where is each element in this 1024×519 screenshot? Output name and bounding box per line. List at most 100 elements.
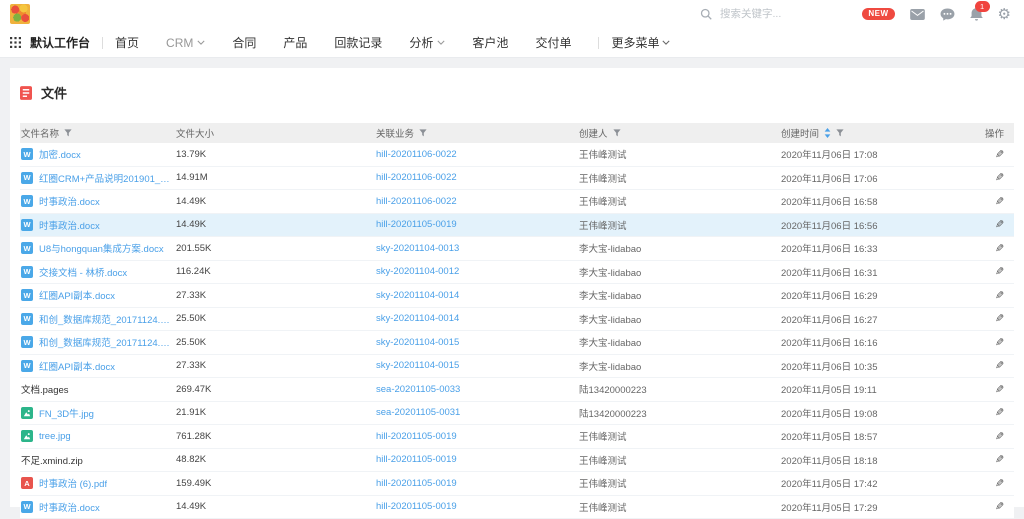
filter-funnel-icon[interactable] [836, 129, 844, 137]
table-row[interactable]: W时事政治.docx14.49Khill-20201105-0019王伟峰测试2… [20, 214, 1014, 238]
table-row[interactable]: W交接文档 - 林桥.docx116.24Ksky-20201104-0012李… [20, 261, 1014, 285]
table-row[interactable]: 文档.pages269.47Ksea-20201105-0033陆1342000… [20, 378, 1014, 402]
related-business-link[interactable]: sea-20201105-0033 [376, 384, 460, 395]
table-row[interactable]: tree.jpg761.28Khill-20201105-0019王伟峰测试20… [20, 425, 1014, 449]
related-business-link[interactable]: hill-20201106-0022 [376, 196, 457, 207]
table-row[interactable]: W和创_数据库规范_20171124.doc25.50Ksky-20201104… [20, 331, 1014, 355]
chat-icon[interactable] [940, 8, 955, 21]
filter-funnel-icon[interactable] [613, 129, 621, 137]
table-row[interactable]: WU8与hongquan集成方案.docx201.55Ksky-20201104… [20, 237, 1014, 261]
more-menu-label: 更多菜单 [611, 34, 659, 51]
file-name-link[interactable]: 交接文档 - 林桥.docx [39, 265, 127, 279]
related-business-link[interactable]: hill-20201105-0019 [376, 219, 457, 230]
edit-pencil-button[interactable]: ✎ [995, 336, 1004, 349]
app-logo[interactable] [10, 4, 30, 24]
more-menu-button[interactable]: 更多菜单 [611, 34, 670, 51]
edit-pencil-button[interactable]: ✎ [995, 218, 1004, 231]
related-business-link[interactable]: hill-20201106-0022 [376, 172, 457, 183]
file-name-link[interactable]: 红圈API副本.docx [39, 359, 115, 373]
workspace-title[interactable]: 默认工作台 [30, 34, 90, 51]
edit-pencil-button[interactable]: ✎ [995, 242, 1004, 255]
search-input[interactable] [718, 7, 822, 21]
global-search[interactable] [700, 0, 822, 28]
table-row[interactable]: W红圈API副本.docx27.33Ksky-20201104-0014李大宝-… [20, 284, 1014, 308]
settings-gear-icon[interactable]: ⚙ [998, 7, 1011, 22]
edit-pencil-button[interactable]: ✎ [995, 359, 1004, 372]
nav-item-payment-records[interactable]: 回款记录 [334, 34, 382, 51]
column-header-4[interactable]: 创建时间 [780, 126, 980, 140]
nav-item-label: 回款记录 [334, 34, 382, 51]
column-header-0[interactable]: 文件名称 [20, 126, 175, 140]
file-name-link[interactable]: 红圈CRM+产品说明201901_前端... [39, 171, 173, 185]
table-row[interactable]: W时事政治.docx14.49Khill-20201105-0019王伟峰测试2… [20, 496, 1014, 519]
related-business-link[interactable]: sky-20201104-0014 [376, 313, 459, 324]
table-row[interactable]: A时事政治 (6).pdf159.49Khill-20201105-0019王伟… [20, 472, 1014, 496]
related-business-link[interactable]: sea-20201105-0031 [376, 407, 460, 418]
created-time: 2020年11月06日 16:31 [780, 265, 980, 279]
file-size: 27.33K [175, 360, 375, 371]
related-business-link[interactable]: sky-20201104-0014 [376, 290, 459, 301]
column-header-2[interactable]: 关联业务 [375, 126, 578, 140]
file-name-link[interactable]: 时事政治.docx [39, 194, 100, 208]
notifications-bell-icon[interactable]: 1 [970, 7, 983, 21]
related-business-link[interactable]: hill-20201106-0022 [376, 149, 457, 160]
edit-pencil-button[interactable]: ✎ [995, 430, 1004, 443]
related-business-link[interactable]: hill-20201105-0019 [376, 454, 457, 465]
edit-pencil-button[interactable]: ✎ [995, 312, 1004, 325]
edit-pencil-button[interactable]: ✎ [995, 406, 1004, 419]
word-file-icon: W [21, 219, 33, 231]
creator: 王伟峰测试 [578, 147, 780, 161]
table-row[interactable]: FN_3D牛.jpg21.91Ksea-20201105-0031陆134200… [20, 402, 1014, 426]
mail-icon[interactable] [910, 9, 925, 20]
column-header-label: 关联业务 [376, 126, 414, 140]
nav-item-label: CRM [166, 36, 193, 50]
nav-item-home[interactable]: 首页 [115, 34, 139, 51]
nav-item-analysis[interactable]: 分析 [409, 34, 445, 51]
file-name-link[interactable]: 和创_数据库规范_20171124.doc [39, 312, 173, 326]
edit-pencil-button[interactable]: ✎ [995, 265, 1004, 278]
file-name-link[interactable]: U8与hongquan集成方案.docx [39, 241, 164, 255]
table-row[interactable]: W加密.docx13.79Khill-20201106-0022王伟峰测试202… [20, 143, 1014, 167]
creator: 李大宝-lidabao [578, 265, 780, 279]
file-name-link[interactable]: tree.jpg [39, 431, 71, 442]
edit-pencil-button[interactable]: ✎ [995, 195, 1004, 208]
file-name-link[interactable]: 时事政治 (6).pdf [39, 476, 107, 490]
creator: 李大宝-lidabao [578, 288, 780, 302]
edit-pencil-button[interactable]: ✎ [995, 383, 1004, 396]
file-name-link[interactable]: FN_3D牛.jpg [39, 406, 94, 420]
filter-funnel-icon[interactable] [419, 129, 427, 137]
nav-item-delivery-order[interactable]: 交付单 [535, 34, 571, 51]
table-row[interactable]: W红圈CRM+产品说明201901_前端...14.91Mhill-202011… [20, 167, 1014, 191]
file-name-link[interactable]: 加密.docx [39, 147, 81, 161]
edit-pencil-button[interactable]: ✎ [995, 477, 1004, 490]
edit-pencil-button[interactable]: ✎ [995, 453, 1004, 466]
filter-funnel-icon[interactable] [64, 129, 72, 137]
new-badge[interactable]: NEW [862, 8, 894, 20]
related-business-link[interactable]: sky-20201104-0012 [376, 266, 459, 277]
nav-item-customer-pool[interactable]: 客户池 [472, 34, 508, 51]
related-business-link[interactable]: sky-20201104-0013 [376, 243, 459, 254]
creator: 王伟峰测试 [578, 429, 780, 443]
edit-pencil-button[interactable]: ✎ [995, 171, 1004, 184]
related-business-link[interactable]: hill-20201105-0019 [376, 431, 457, 442]
column-header-3[interactable]: 创建人 [578, 126, 780, 140]
file-name-link[interactable]: 红圈API副本.docx [39, 288, 115, 302]
table-row[interactable]: W和创_数据库规范_20171124.doc25.50Ksky-20201104… [20, 308, 1014, 332]
related-business-link[interactable]: sky-20201104-0015 [376, 337, 459, 348]
nav-item-product[interactable]: 产品 [283, 34, 307, 51]
file-name-link[interactable]: 时事政治.docx [39, 218, 100, 232]
nav-item-contract[interactable]: 合同 [232, 34, 256, 51]
related-business-link[interactable]: hill-20201105-0019 [376, 478, 457, 489]
sort-icon[interactable] [824, 128, 831, 138]
file-name-link[interactable]: 和创_数据库规范_20171124.doc [39, 335, 173, 349]
edit-pencil-button[interactable]: ✎ [995, 289, 1004, 302]
nav-item-crm[interactable]: CRM [166, 36, 205, 50]
table-row[interactable]: W红圈API副本.docx27.33Ksky-20201104-0015李大宝-… [20, 355, 1014, 379]
table-row[interactable]: 不足.xmind.zip48.82Khill-20201105-0019王伟峰测… [20, 449, 1014, 473]
app-grid-icon[interactable] [10, 37, 21, 48]
table-row[interactable]: W时事政治.docx14.49Khill-20201106-0022王伟峰测试2… [20, 190, 1014, 214]
related-business-link[interactable]: sky-20201104-0015 [376, 360, 459, 371]
edit-pencil-button[interactable]: ✎ [995, 148, 1004, 161]
file-module-icon [20, 86, 32, 100]
created-time: 2020年11月06日 16:29 [780, 288, 980, 302]
